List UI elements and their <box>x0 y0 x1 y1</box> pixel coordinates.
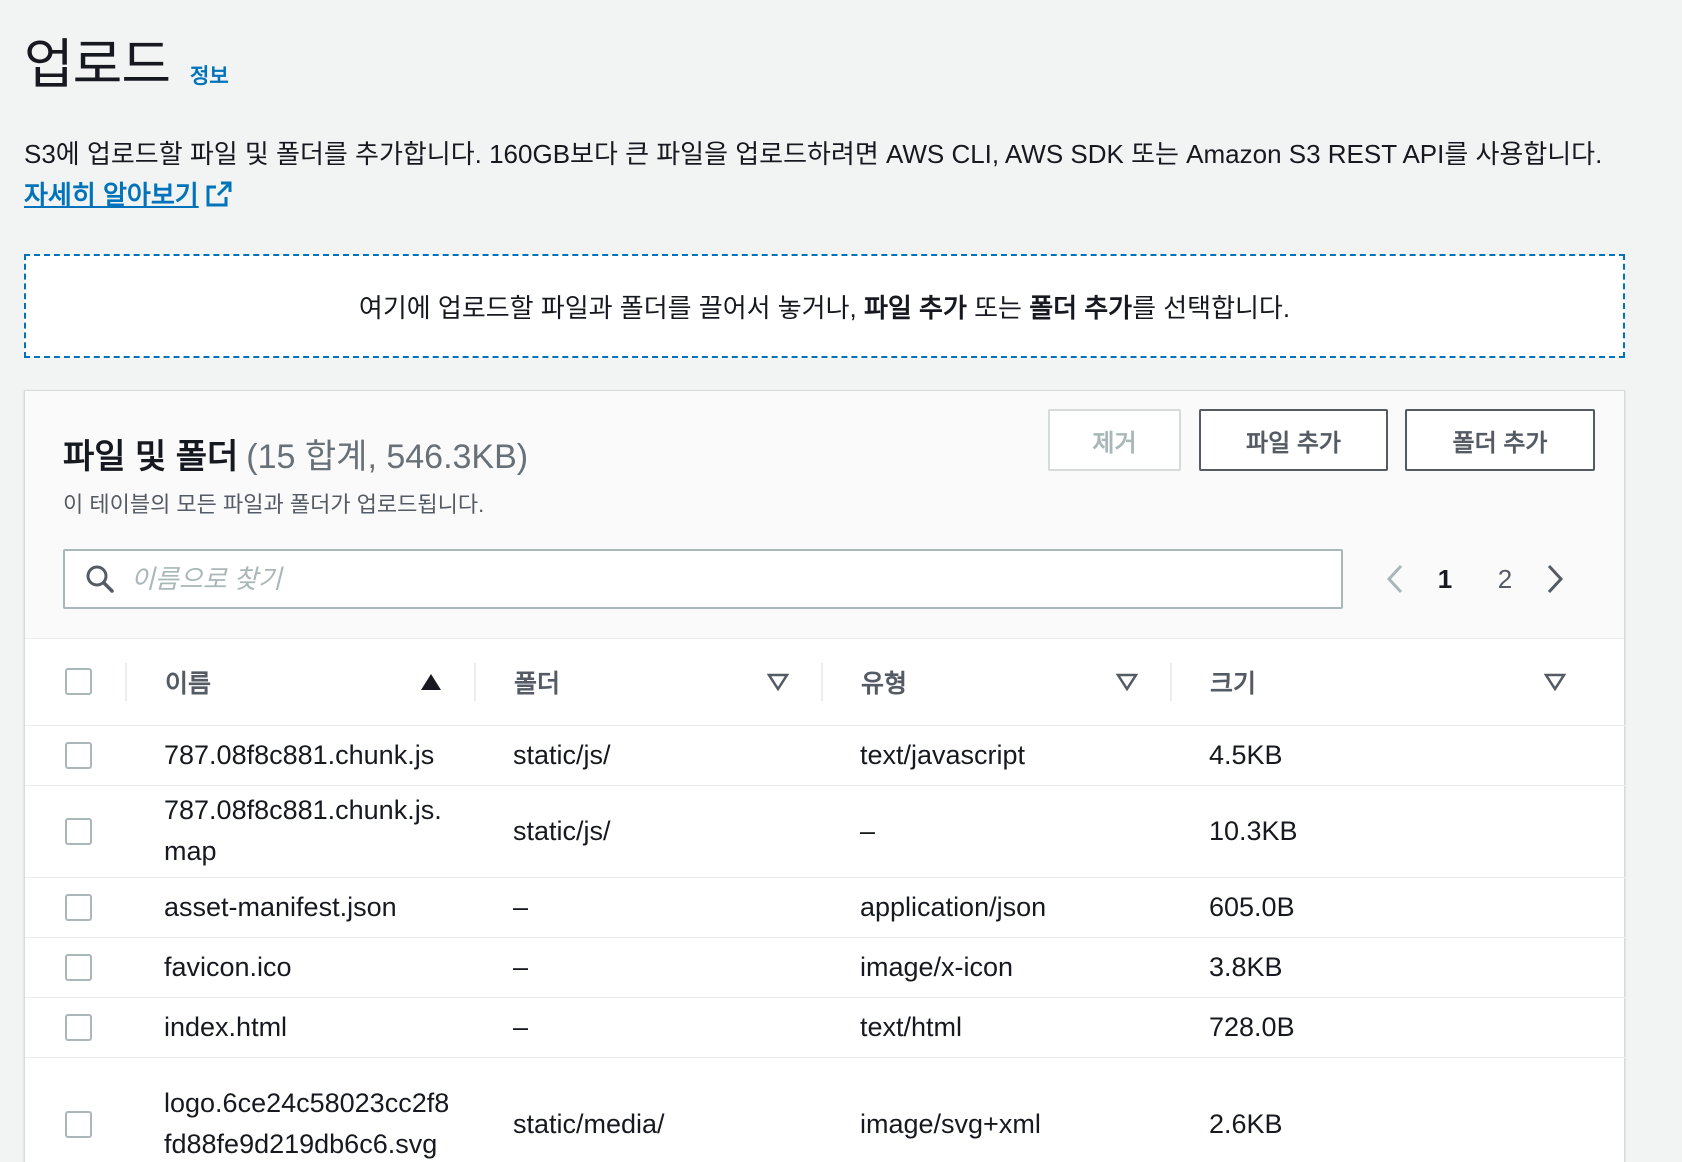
pagination: 1 2 <box>1375 549 1575 609</box>
column-label-size: 크기 <box>1210 669 1257 698</box>
files-and-folders-panel: 파일 및 폴더 (15 합계, 546.3KB) 이 테이블의 모든 파일과 폴더… <box>24 390 1626 1162</box>
cell-folder: – <box>513 1011 529 1042</box>
previous-page-button[interactable] <box>1375 559 1415 599</box>
page-1-button[interactable]: 1 <box>1415 564 1475 595</box>
row-select-cell <box>25 937 125 997</box>
panel-title-text: 파일 및 폴더 <box>63 438 239 476</box>
column-divider <box>821 663 823 701</box>
cell-size: 10.3KB <box>1209 815 1298 846</box>
cell-type: text/html <box>860 1011 963 1042</box>
column-divider <box>474 663 476 701</box>
cell-name: 787.08f8c881.chunk.js <box>164 739 435 770</box>
column-divider <box>125 663 127 701</box>
table-row[interactable]: asset-manifest.json – application/json 6… <box>25 877 1626 937</box>
column-header-size[interactable]: 크기 <box>1170 639 1626 725</box>
table-header-row: 이름 폴더 유형 크기 <box>25 639 1626 725</box>
cell-type: – <box>860 815 876 846</box>
sort-caret-icon <box>1116 673 1138 691</box>
description-text: S3에 업로드할 파일 및 폴더를 추가합니다. 160GB보다 큰 파일을 업… <box>24 139 1603 169</box>
add-folder-button[interactable]: 폴더 추가 <box>1405 409 1595 471</box>
row-checkbox[interactable] <box>65 893 92 921</box>
next-page-button[interactable] <box>1535 559 1575 599</box>
page-2-button[interactable]: 2 <box>1475 564 1535 595</box>
cell-size: 2.6KB <box>1209 1108 1283 1139</box>
remove-button[interactable]: 제거 <box>1048 409 1181 471</box>
column-header-folder[interactable]: 폴더 <box>474 639 821 725</box>
select-all-cell <box>25 639 125 725</box>
table-row[interactable]: logo.6ce24c58023cc2f8fd88fe9d219db6c6.sv… <box>25 1057 1626 1162</box>
sort-caret-icon <box>767 673 789 691</box>
cell-type: text/javascript <box>860 739 1026 770</box>
cell-size: 728.0B <box>1209 1011 1295 1042</box>
row-select-cell <box>25 877 125 937</box>
cell-type: image/x-icon <box>860 951 1014 982</box>
table-row[interactable]: 787.08f8c881.chunk.js static/js/ text/ja… <box>25 725 1626 785</box>
column-label-name: 이름 <box>165 669 212 698</box>
cell-folder: static/js/ <box>513 815 611 846</box>
page-title: 업로드 <box>24 35 171 95</box>
learn-more-link[interactable]: 자세히 알아보기 <box>24 180 233 210</box>
row-select-cell <box>25 785 125 877</box>
files-table: 이름 폴더 유형 크기 787.08f8c881.chunk.js static… <box>25 639 1626 1162</box>
row-checkbox[interactable] <box>65 953 92 981</box>
cell-folder: static/media/ <box>513 1108 665 1139</box>
row-select-cell <box>25 997 125 1057</box>
external-link-icon <box>206 181 232 207</box>
row-select-cell <box>25 1057 125 1162</box>
row-checkbox[interactable] <box>65 817 92 845</box>
search-box <box>63 549 1343 609</box>
cell-size: 4.5KB <box>1209 739 1283 770</box>
cell-type: image/svg+xml <box>860 1108 1041 1139</box>
chevron-left-icon <box>1386 564 1403 594</box>
panel-count: (15 합계, 546.3KB) <box>246 438 529 476</box>
row-select-cell <box>25 725 125 785</box>
search-input[interactable] <box>131 563 1281 595</box>
panel-header: 파일 및 폴더 (15 합계, 546.3KB) 이 테이블의 모든 파일과 폴더… <box>25 391 1624 639</box>
cell-type: application/json <box>860 891 1047 922</box>
add-files-button[interactable]: 파일 추가 <box>1199 409 1388 471</box>
column-header-name[interactable]: 이름 <box>125 639 474 725</box>
cell-name: asset-manifest.json <box>164 891 397 922</box>
cell-folder: – <box>513 891 529 922</box>
row-checkbox[interactable] <box>65 1110 92 1138</box>
table-row[interactable]: favicon.ico – image/x-icon 3.8KB <box>25 937 1626 997</box>
dropzone-prefix: 여기에 업로드할 파일과 폴더를 끌어서 놓거나, <box>358 292 857 323</box>
column-label-folder: 폴더 <box>514 669 561 698</box>
cell-name: favicon.ico <box>164 951 292 982</box>
sort-caret-icon <box>1544 673 1566 691</box>
cell-folder: – <box>513 951 529 982</box>
table-row[interactable]: 787.08f8c881.chunk.js.map static/js/ – 1… <box>25 785 1626 877</box>
sort-ascending-icon <box>421 673 441 690</box>
select-all-checkbox[interactable] <box>65 668 92 696</box>
info-link[interactable]: 정보 <box>190 60 229 90</box>
cell-size: 605.0B <box>1209 891 1295 922</box>
page-header: 업로드 정보 <box>24 20 229 99</box>
panel-description: 이 테이블의 모든 파일과 폴더가 업로드됩니다. <box>63 492 485 517</box>
panel-title: 파일 및 폴더 (15 합계, 546.3KB) <box>63 429 528 478</box>
column-header-type[interactable]: 유형 <box>821 639 1170 725</box>
cell-size: 3.8KB <box>1209 951 1283 982</box>
cell-name: 787.08f8c881.chunk.js.map <box>164 795 442 866</box>
dropzone-add-folder: 폴더 추가 <box>1029 292 1133 323</box>
column-divider <box>1170 663 1172 701</box>
cell-folder: static/js/ <box>513 739 611 770</box>
row-checkbox[interactable] <box>65 1013 92 1041</box>
search-icon <box>86 565 114 593</box>
cell-name: index.html <box>164 1011 288 1042</box>
column-label-type: 유형 <box>861 669 908 698</box>
chevron-right-icon <box>1547 564 1564 594</box>
dropzone-suffix: 를 선택합니다. <box>1132 292 1291 323</box>
table-row[interactable]: index.html – text/html 728.0B <box>25 997 1626 1057</box>
row-checkbox[interactable] <box>65 741 92 769</box>
dropzone-add-files: 파일 추가 <box>863 292 967 323</box>
learn-more-label: 자세히 알아보기 <box>24 180 199 210</box>
cell-name: logo.6ce24c58023cc2f8fd88fe9d219db6c6.sv… <box>164 1088 450 1159</box>
page-description: S3에 업로드할 파일 및 폴더를 추가합니다. 160GB보다 큰 파일을 업… <box>24 134 1614 216</box>
drop-zone[interactable]: 여기에 업로드할 파일과 폴더를 끌어서 놓거나, 파일 추가 또는 폴더 추가… <box>24 254 1625 358</box>
dropzone-or: 또는 <box>974 292 1022 323</box>
